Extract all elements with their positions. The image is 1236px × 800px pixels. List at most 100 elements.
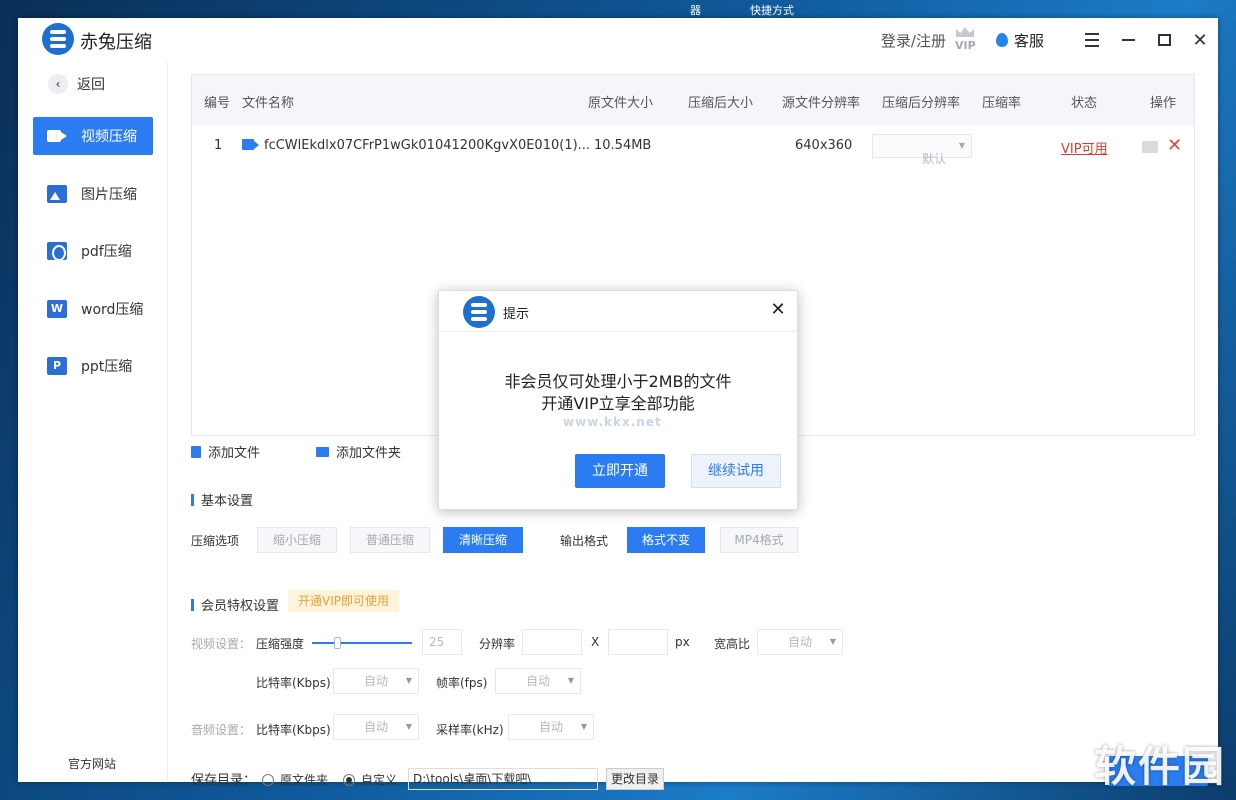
app-name: 赤兔压缩 (80, 32, 152, 53)
app-logo-icon (463, 296, 495, 328)
bitrate-select[interactable]: 自动 ▼ (333, 668, 419, 694)
aspect-label: 宽高比 (714, 637, 751, 651)
sidebar: ‹ 返回 视频压缩 图片压缩 pdf压缩 W word压缩 P ppt压缩 官方… (18, 62, 168, 782)
resolution-select[interactable]: 默认 ▼ (872, 134, 972, 166)
minimize-icon[interactable] (1110, 18, 1146, 62)
folder-icon[interactable] (1142, 141, 1158, 153)
add-folder-button[interactable]: 添加文件夹 (316, 442, 401, 461)
px-label: px (675, 635, 690, 649)
dialog-header: 提示 ✕ (439, 291, 797, 332)
strength-label: 压缩强度 (256, 637, 305, 651)
format-keep[interactable]: 格式不变 (627, 527, 705, 553)
option-normal[interactable]: 普通压缩 (350, 527, 430, 553)
login-register-link[interactable]: 登录/注册 (881, 30, 946, 51)
table-row[interactable]: 1 fcCWlEkdlx07CFrP1wGk01041200KgvX0E010(… (192, 125, 1194, 169)
chevron-down-icon: ▼ (958, 141, 965, 150)
strength-input[interactable]: 25 (422, 629, 462, 655)
video-file-icon (242, 139, 259, 150)
col-header: 文件名称 (242, 96, 295, 111)
video-icon (47, 130, 67, 142)
width-input[interactable] (522, 629, 582, 655)
sidebar-item-ppt[interactable]: P ppt压缩 (33, 347, 153, 385)
official-site-link[interactable]: 官方网站 (68, 755, 116, 772)
option-shrink[interactable]: 缩小压缩 (257, 527, 337, 553)
chevron-down-icon: ▼ (405, 722, 412, 731)
corner-watermark: 软件园 (1093, 742, 1226, 791)
change-dir-button[interactable]: 更改目录 (606, 768, 664, 790)
save-path-input[interactable]: D:\tools\桌面\下载吧\ (408, 768, 598, 790)
file-icon (191, 445, 201, 458)
sidebar-item-pdf[interactable]: pdf压缩 (33, 232, 153, 270)
customer-service-button[interactable]: 客服 (995, 30, 1044, 51)
video-settings-label: 视频设置： (191, 637, 252, 651)
row-index: 1 (214, 138, 223, 153)
audio-settings-label: 音频设置： (191, 723, 252, 737)
vip-badge[interactable]: 开通VIP即可使用 (288, 590, 399, 612)
radio-checked-icon (343, 773, 355, 786)
title-bar: 赤兔压缩 登录/注册 VIP 客服 ✕ (18, 18, 1218, 62)
status-vip-link[interactable]: VIP可用 (1061, 138, 1108, 157)
col-header: 压缩率 (982, 96, 1022, 111)
vip-crown-icon[interactable]: VIP (952, 27, 978, 53)
option-clear[interactable]: 清晰压缩 (443, 527, 523, 553)
save-dir-label: 保存目录： (191, 773, 257, 788)
fps-select[interactable]: 自动 ▼ (495, 668, 581, 694)
radio-custom[interactable]: 自定义 (343, 771, 397, 788)
desktop-top-strip: 器 快捷方式 (0, 0, 1236, 18)
desktop-item: 快捷方式 (750, 4, 794, 17)
folder-icon (316, 446, 329, 457)
orig-size: 10.54MB (594, 138, 652, 153)
compress-option-label: 压缩选项 (191, 534, 240, 548)
col-header: 源文件分辨率 (782, 96, 861, 111)
radio-original-folder[interactable]: 原文件夹 (262, 771, 328, 788)
sidebar-item-video[interactable]: 视频压缩 (33, 117, 153, 155)
col-header: 压缩后大小 (688, 96, 754, 111)
desktop-item: 器 (690, 4, 701, 17)
chevron-down-icon: ▼ (829, 637, 836, 646)
file-name: fcCWlEkdlx07CFrP1wGk01041200KgvX0E010(1)… (264, 138, 591, 153)
orig-resolution: 640x360 (795, 138, 853, 153)
basic-settings-title: 基本设置 (191, 490, 253, 509)
close-icon[interactable]: ✕ (1182, 18, 1218, 62)
pdf-icon (47, 242, 67, 261)
dialog-close-icon[interactable]: ✕ (767, 299, 789, 320)
col-header: 原文件大小 (588, 96, 654, 111)
dialog-message: 非会员仅可处理小于2MB的文件 开通VIP立享全部功能 (504, 372, 732, 413)
col-header: 状态 (1071, 96, 1098, 111)
add-file-button[interactable]: 添加文件 (191, 442, 260, 461)
strength-slider[interactable] (312, 642, 412, 644)
chevron-down-icon: ▼ (405, 676, 412, 685)
format-mp4[interactable]: MP4格式 (720, 527, 798, 553)
chevron-down-icon: ▼ (580, 722, 587, 731)
audio-bitrate-select[interactable]: 自动 ▼ (333, 714, 419, 740)
maximize-icon[interactable] (1146, 18, 1182, 62)
sidebar-item-image[interactable]: 图片压缩 (33, 175, 153, 213)
audio-bitrate-label: 比特率(Kbps) (256, 723, 331, 737)
x-label: X (591, 635, 600, 649)
fps-label: 帧率(fps) (436, 676, 488, 690)
bitrate-label: 比特率(Kbps) (256, 676, 331, 690)
sample-label: 采样率(kHz) (436, 723, 504, 737)
sample-select[interactable]: 自动 ▼ (508, 714, 594, 740)
slider-handle[interactable] (334, 637, 341, 649)
height-input[interactable] (608, 629, 668, 655)
delete-icon[interactable]: ✕ (1167, 135, 1182, 156)
aspect-select[interactable]: 自动 ▼ (757, 629, 843, 655)
chevron-left-icon: ‹ (48, 74, 68, 94)
sidebar-item-word[interactable]: W word压缩 (33, 290, 153, 328)
radio-icon (262, 773, 274, 786)
image-icon (47, 185, 67, 203)
menu-icon[interactable] (1074, 18, 1110, 62)
open-vip-button[interactable]: 立即开通 (575, 454, 665, 488)
word-icon: W (47, 300, 67, 318)
prompt-dialog: 提示 ✕ 非会员仅可处理小于2MB的文件 开通VIP立享全部功能 www.kkx… (438, 290, 798, 510)
app-logo-icon (42, 23, 74, 55)
back-button[interactable]: ‹ 返回 (48, 74, 105, 94)
vip-settings-title: 会员特权设置 (191, 595, 279, 614)
ppt-icon: P (47, 357, 67, 375)
table-header: 编号 文件名称 原文件大小 压缩后大小 源文件分辨率 压缩后分辨率 压缩率 状态… (192, 75, 1194, 125)
col-header: 压缩后分辨率 (882, 96, 961, 111)
resolution-label: 分辨率 (479, 637, 516, 651)
col-header: 操作 (1150, 96, 1177, 111)
continue-trial-button[interactable]: 继续试用 (691, 454, 781, 488)
